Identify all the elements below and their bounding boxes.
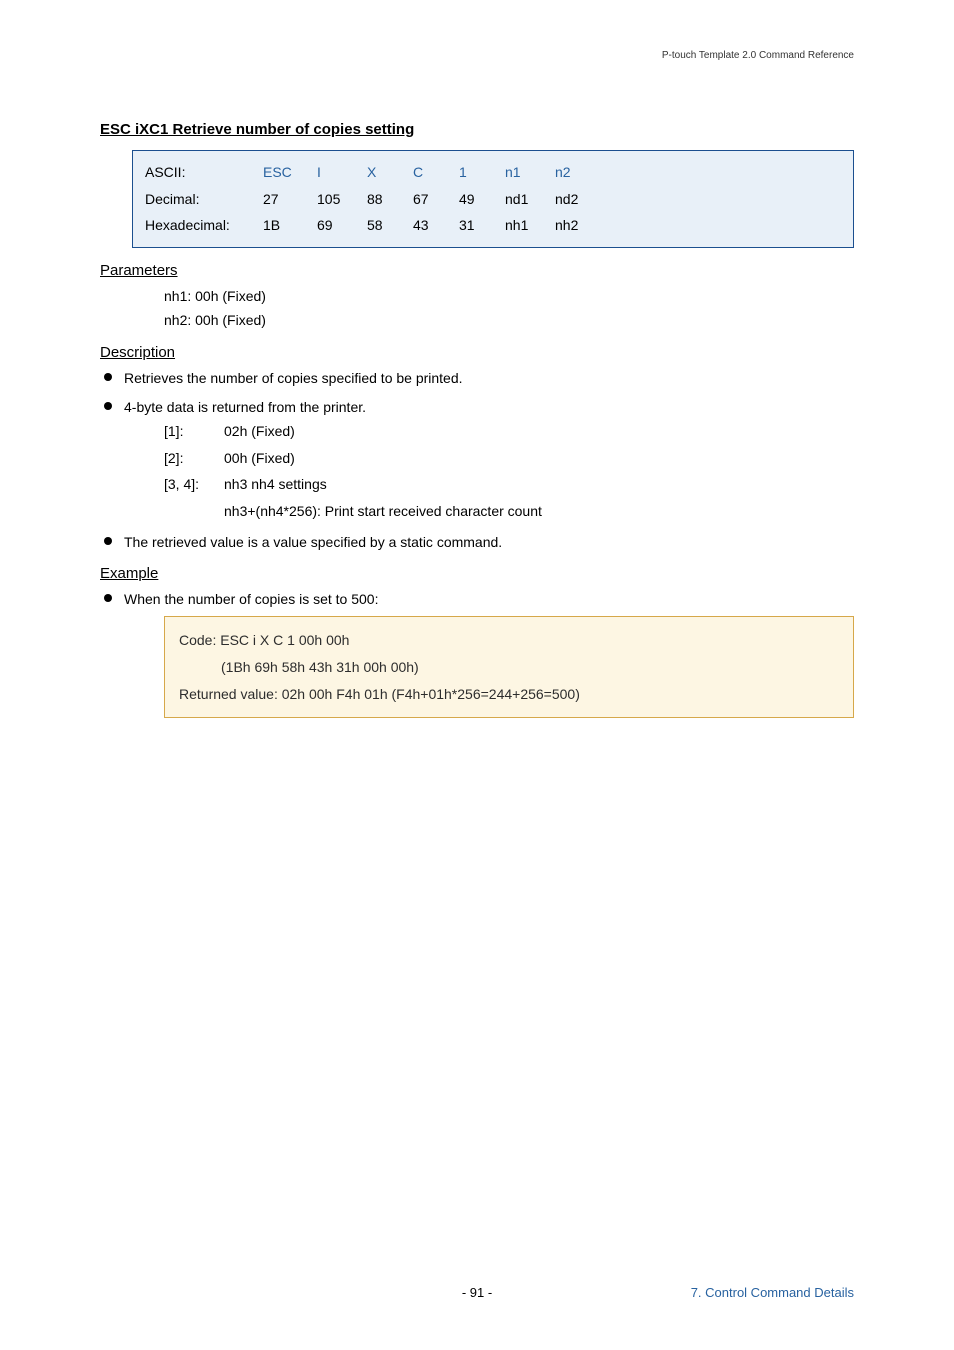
def-key: [3, 4]: (164, 471, 224, 498)
def-val: 00h (Fixed) (224, 445, 295, 472)
cell: 69 (317, 212, 367, 239)
row-label: Decimal: (145, 186, 263, 213)
cell: ESC (263, 159, 317, 186)
example-line: Returned value: 02h 00h F4h 01h (F4h+01h… (179, 681, 839, 708)
row-label: Hexadecimal: (145, 212, 263, 239)
cell: 1 (459, 159, 505, 186)
cell: 27 (263, 186, 317, 213)
cell: I (317, 159, 367, 186)
cell: nd1 (505, 186, 555, 213)
cell: 31 (459, 212, 505, 239)
cell: 88 (367, 186, 413, 213)
list-item: 4-byte data is returned from the printer… (100, 396, 854, 525)
example-line: Code: ESC i X C 1 00h 00h (179, 627, 839, 654)
cell: nh2 (555, 212, 605, 239)
byte-def-list: [1]: 02h (Fixed) [2]: 00h (Fixed) [3, 4]… (164, 418, 854, 524)
list-item: The retrieved value is a value specified… (100, 531, 854, 553)
def-row: [1]: 02h (Fixed) (164, 418, 854, 445)
cell: 105 (317, 186, 367, 213)
cell: nd2 (555, 186, 605, 213)
command-encoding-box: ASCII: ESC I X C 1 n1 n2 Decimal: 27 105… (132, 150, 854, 248)
bullet-text: Retrieves the number of copies specified… (124, 370, 463, 386)
footer-chapter: 7. Control Command Details (691, 1285, 854, 1300)
example-list: When the number of copies is set to 500:… (100, 588, 854, 718)
table-row: Decimal: 27 105 88 67 49 nd1 nd2 (145, 186, 605, 213)
def-key: [1]: (164, 418, 224, 445)
cell: 67 (413, 186, 459, 213)
description-heading: Description (100, 344, 854, 361)
example-box: Code: ESC i X C 1 00h 00h (1Bh 69h 58h 4… (164, 616, 854, 718)
description-list: Retrieves the number of copies specified… (100, 367, 854, 553)
cell: nh1 (505, 212, 555, 239)
cell: 58 (367, 212, 413, 239)
def-row: [2]: 00h (Fixed) (164, 445, 854, 472)
parameter-line: nh1: 00h (Fixed) (164, 285, 854, 309)
example-heading: Example (100, 565, 854, 582)
def-row: [3, 4]: nh3 nh4 settings (164, 471, 854, 498)
cell: 1B (263, 212, 317, 239)
def-key: [2]: (164, 445, 224, 472)
cell: C (413, 159, 459, 186)
parameter-line: nh2: 00h (Fixed) (164, 309, 854, 333)
def-val: 02h (Fixed) (224, 418, 295, 445)
table-row: Hexadecimal: 1B 69 58 43 31 nh1 nh2 (145, 212, 605, 239)
cell: X (367, 159, 413, 186)
command-encoding-table: ASCII: ESC I X C 1 n1 n2 Decimal: 27 105… (145, 159, 605, 239)
running-header: P-touch Template 2.0 Command Reference (100, 50, 854, 61)
def-val: nh3 nh4 settings (224, 471, 327, 498)
def-sub: nh3+(nh4*256): Print start received char… (224, 498, 854, 525)
section-title: ESC iXC1 Retrieve number of copies setti… (100, 121, 854, 138)
row-label: ASCII: (145, 159, 263, 186)
cell: n2 (555, 159, 605, 186)
list-item: When the number of copies is set to 500:… (100, 588, 854, 718)
cell: 49 (459, 186, 505, 213)
cell: n1 (505, 159, 555, 186)
example-line: (1Bh 69h 58h 43h 31h 00h 00h) (221, 654, 839, 681)
bullet-text: The retrieved value is a value specified… (124, 534, 502, 550)
parameters-heading: Parameters (100, 262, 854, 279)
table-row: ASCII: ESC I X C 1 n1 n2 (145, 159, 605, 186)
bullet-text: 4-byte data is returned from the printer… (124, 399, 366, 415)
list-item: Retrieves the number of copies specified… (100, 367, 854, 389)
bullet-text: When the number of copies is set to 500: (124, 591, 378, 607)
cell: 43 (413, 212, 459, 239)
